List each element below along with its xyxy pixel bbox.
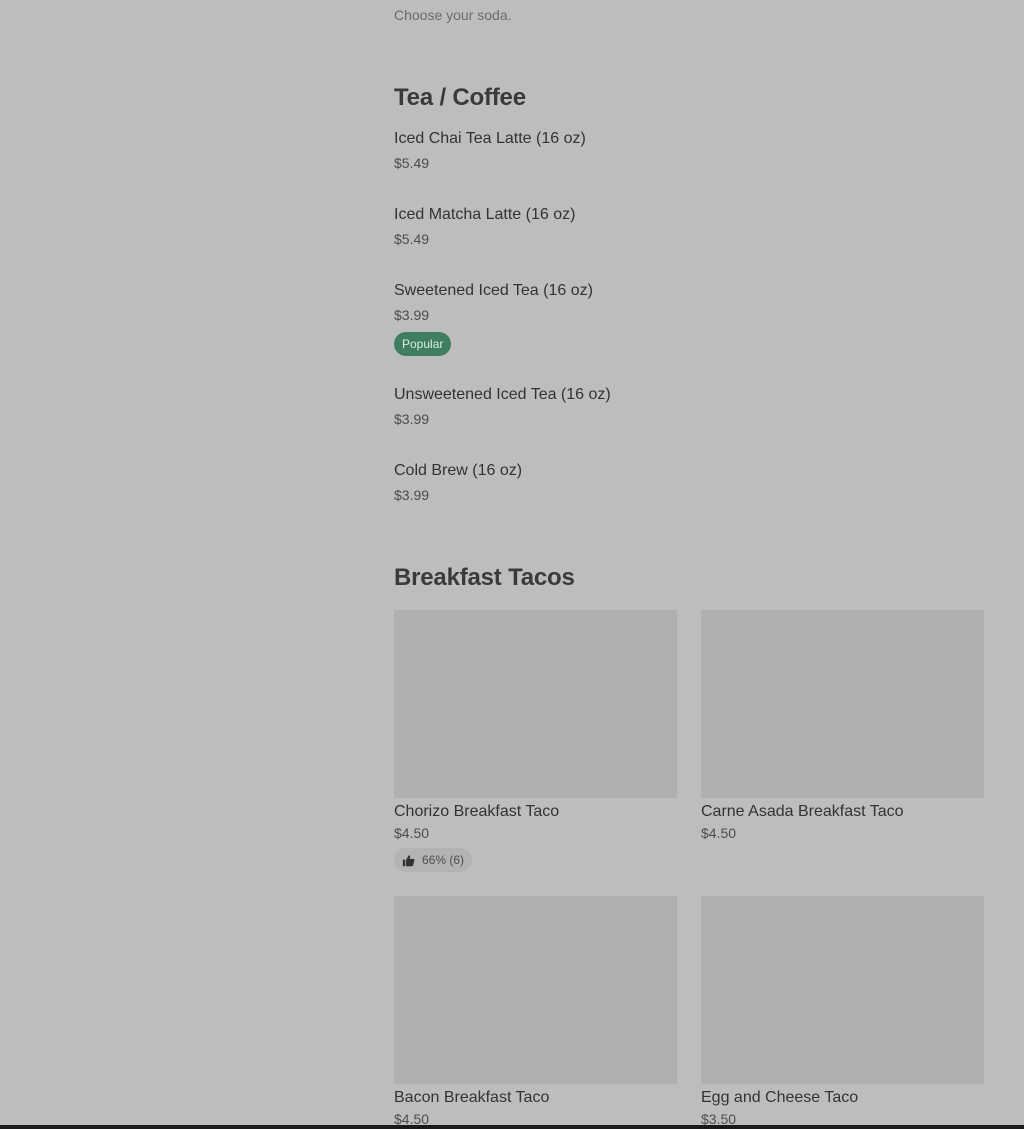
item-name: Chorizo Breakfast Taco	[394, 803, 560, 820]
item-name: Cold Brew (16 oz)	[394, 462, 523, 479]
item-price: $3.99	[394, 411, 430, 427]
rating-text: 66% (6)	[422, 853, 465, 867]
item-name: Bacon Breakfast Taco	[394, 1089, 550, 1106]
popular-badge: Popular	[394, 332, 452, 356]
item-price: $3.99	[394, 307, 430, 323]
item-name: Iced Matcha Latte (16 oz)	[394, 206, 576, 223]
bottom-bar	[0, 1125, 1024, 1129]
menu-item-cold-brew[interactable]: Cold Brew (16 oz) $3.99	[394, 461, 984, 504]
item-price: $3.99	[394, 487, 430, 503]
menu-card-bacon-breakfast-taco[interactable]: Bacon Breakfast Taco $4.50	[394, 896, 677, 1128]
item-price: $5.49	[394, 231, 430, 247]
menu-item-sweetened-iced-tea[interactable]: Sweetened Iced Tea (16 oz) $3.99 Popular	[394, 281, 984, 356]
menu-item-unsweetened-iced-tea[interactable]: Unsweetened Iced Tea (16 oz) $3.99	[394, 385, 984, 428]
item-name: Iced Chai Tea Latte (16 oz)	[394, 130, 586, 147]
item-name: Sweetened Iced Tea (16 oz)	[394, 282, 593, 299]
item-price: $5.49	[394, 155, 430, 171]
thumbs-up-icon	[402, 854, 415, 866]
section-title-tea-coffee: Tea / Coffee	[394, 84, 526, 111]
menu-item-iced-matcha-latte[interactable]: Iced Matcha Latte (16 oz) $5.49	[394, 205, 984, 248]
section-title-breakfast-tacos: Breakfast Tacos	[394, 564, 575, 591]
item-name: Carne Asada Breakfast Taco	[701, 803, 904, 820]
item-price: $4.50	[394, 825, 430, 841]
menu-card-egg-and-cheese-taco[interactable]: Egg and Cheese Taco $3.50	[701, 896, 984, 1128]
item-name: Egg and Cheese Taco	[701, 1089, 859, 1106]
item-name: Unsweetened Iced Tea (16 oz)	[394, 386, 611, 403]
menu-card-chorizo-breakfast-taco[interactable]: Chorizo Breakfast Taco $4.50 66% (6)	[394, 610, 677, 872]
rating-badge: 66% (6)	[394, 848, 473, 872]
item-image	[394, 610, 677, 798]
item-image	[701, 896, 984, 1084]
item-image	[394, 896, 677, 1084]
menu-card-carne-asada-breakfast-taco[interactable]: Carne Asada Breakfast Taco $4.50	[701, 610, 984, 842]
item-image	[701, 610, 984, 798]
menu-item-iced-chai-tea-latte[interactable]: Iced Chai Tea Latte (16 oz) $5.49	[394, 129, 984, 172]
item-price: $4.50	[701, 825, 737, 841]
soda-section-description: Choose your soda.	[394, 7, 512, 23]
